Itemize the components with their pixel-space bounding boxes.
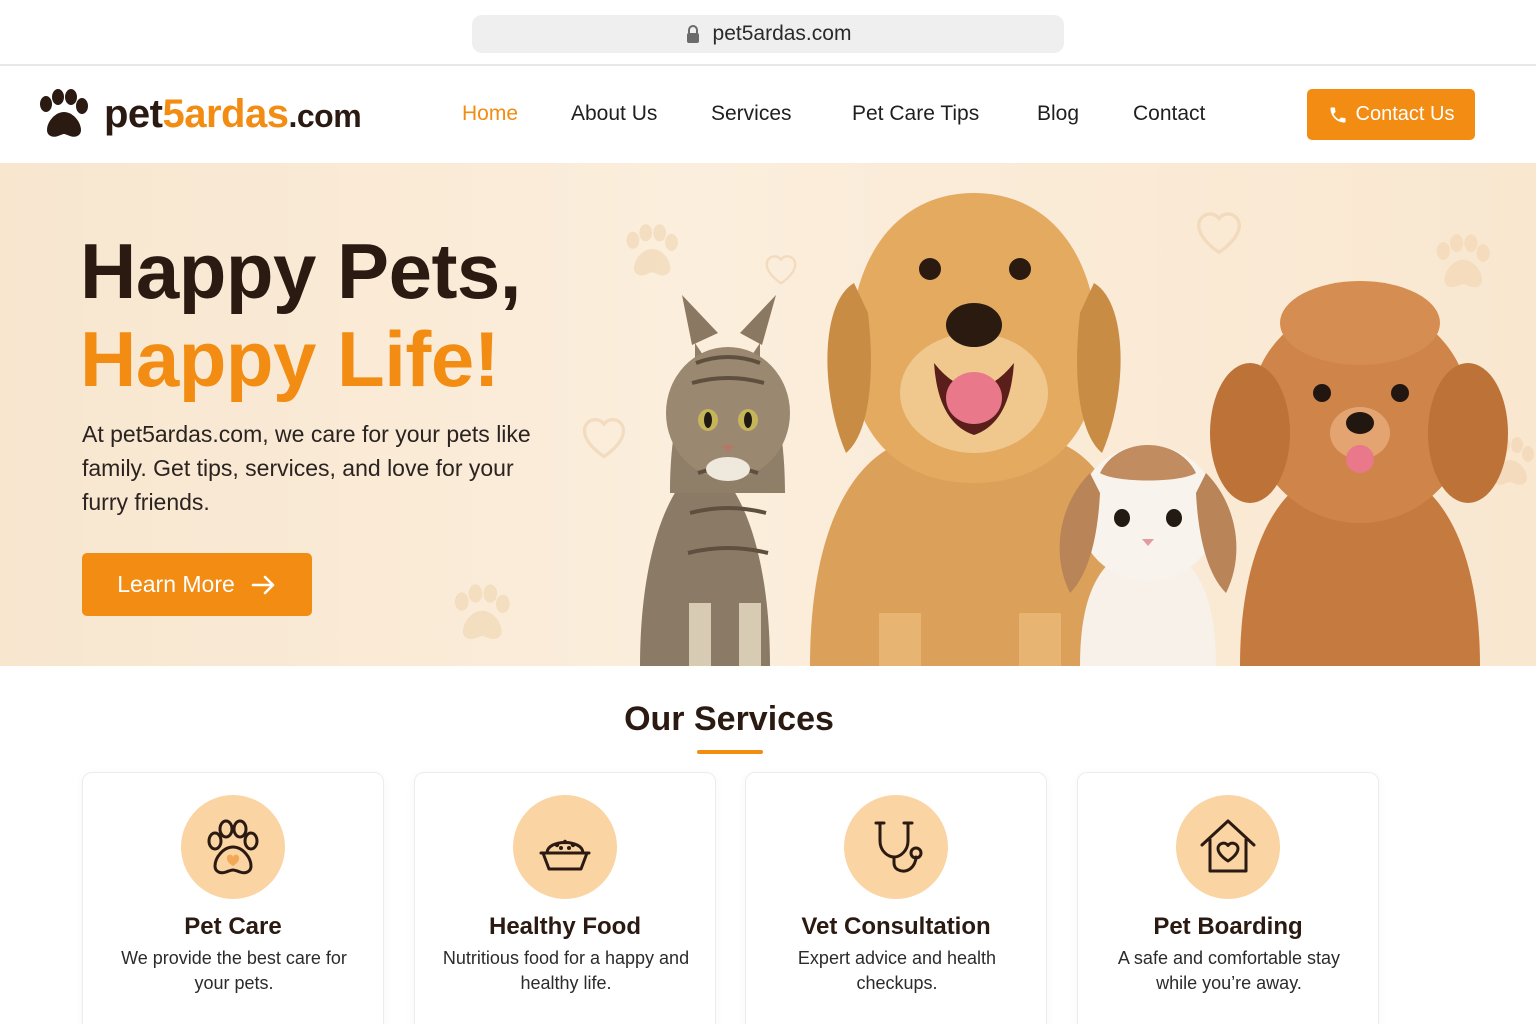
hero-section: Happy Pets, Happy Life! At pet5ardas.com… xyxy=(0,163,1536,666)
nav-pet-care-tips[interactable]: Pet Care Tips xyxy=(852,102,979,126)
food-bowl-icon xyxy=(513,795,617,899)
service-card-pet-care[interactable]: Pet Care We provide the best care for yo… xyxy=(82,772,384,1024)
service-card-vet-consultation[interactable]: Vet Consultation Expert advice and healt… xyxy=(745,772,1047,1024)
services-heading: Our Services xyxy=(624,700,834,738)
service-card-pet-boarding[interactable]: Pet Boarding A safe and comfortable stay… xyxy=(1077,772,1379,1024)
hero-heading-line2: Happy Life! xyxy=(80,315,500,403)
paw-logo-icon xyxy=(40,89,88,137)
services-heading-underline xyxy=(697,750,763,754)
hero-heading: Happy Pets, Happy Life! xyxy=(80,227,521,403)
service-card-description: Expert advice and health checkups. xyxy=(797,948,997,993)
contact-us-label: Contact Us xyxy=(1355,103,1455,125)
site-header: pet5ardas.com Home About Us Services Pet… xyxy=(0,66,1536,163)
service-card-description: We provide the best care for your pets. xyxy=(121,948,347,993)
service-card-description: A safe and comfortable stay while you’re… xyxy=(1117,948,1341,993)
learn-more-button[interactable]: Learn More xyxy=(82,553,312,616)
learn-more-label: Learn More xyxy=(117,571,235,597)
service-card-title: Pet Boarding xyxy=(1153,913,1303,940)
rabbit-illustration xyxy=(1059,445,1237,666)
service-card-description: Nutritious food for a happy and healthy … xyxy=(442,948,690,993)
nav-home[interactable]: Home xyxy=(462,102,518,126)
hero-description: At pet5ardas.com, we care for your pets … xyxy=(82,421,531,515)
site-logo[interactable]: pet5ardas.com xyxy=(34,88,362,140)
lock-icon xyxy=(686,25,699,43)
cat-illustration xyxy=(640,295,790,666)
nav-contact[interactable]: Contact xyxy=(1133,102,1205,126)
service-card-title: Vet Consultation xyxy=(801,913,991,940)
contact-us-button[interactable]: Contact Us xyxy=(1307,89,1475,140)
nav-services[interactable]: Services xyxy=(711,102,792,126)
browser-toolbar: pet5ardas.com xyxy=(0,0,1536,66)
phone-icon xyxy=(1330,107,1346,122)
hero-pets-image xyxy=(640,193,1508,666)
stethoscope-icon xyxy=(844,795,948,899)
url-text: pet5ardas.com xyxy=(712,22,852,45)
hero-heading-line1: Happy Pets, xyxy=(80,227,521,315)
poodle-illustration xyxy=(1210,281,1508,666)
address-bar[interactable]: pet5ardas.com xyxy=(472,15,1064,53)
house-heart-icon xyxy=(1176,795,1280,899)
arrow-right-icon xyxy=(251,575,275,594)
service-card-healthy-food[interactable]: Healthy Food Nutritious food for a happy… xyxy=(414,772,716,1024)
service-card-title: Pet Care xyxy=(184,913,282,940)
paw-icon xyxy=(181,795,285,899)
nav-about-us[interactable]: About Us xyxy=(571,102,657,126)
service-card-title: Healthy Food xyxy=(488,913,641,940)
logo-wordmark: pet5ardas.com xyxy=(104,91,362,136)
paw-decoration-icon xyxy=(454,584,510,639)
nav-blog[interactable]: Blog xyxy=(1037,102,1079,126)
